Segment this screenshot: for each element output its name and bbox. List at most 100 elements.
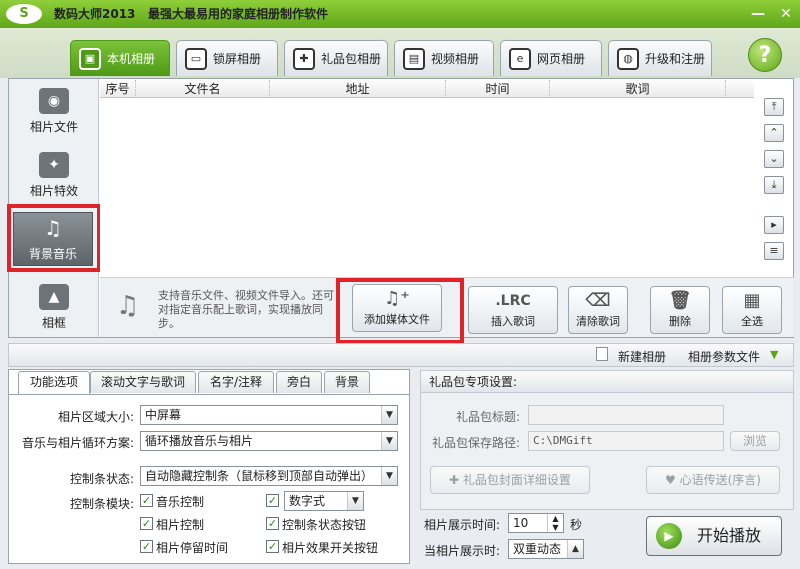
sidebar-item-label: 背景音乐 (28, 247, 77, 261)
sidebar-item-label: 相片文件 (29, 120, 78, 134)
gift-icon: ✚ (449, 473, 463, 487)
checkbox-label: 相片控制 (156, 518, 205, 532)
new-album-link[interactable]: 新建相册 (618, 348, 666, 365)
delete-button[interactable]: 🗑 删除 (650, 286, 710, 334)
select-value: 双重动态 (513, 542, 562, 556)
chevron-down-icon[interactable]: ▼ (381, 406, 397, 424)
window-title: 数码大师2013 最强大最易用的家庭相册制作软件 (54, 5, 328, 22)
tab-label: 网页相册 (537, 52, 586, 66)
tab-web-album[interactable]: e 网页相册 (500, 40, 602, 76)
column-header-path[interactable]: 地址 (270, 80, 446, 98)
area-size-label: 相片区域大小: (57, 410, 134, 424)
music-control-checkbox[interactable]: ✓ (140, 494, 153, 507)
tab-name-notes[interactable]: 名字/注释 (198, 371, 274, 393)
tab-background[interactable]: 背景 (324, 371, 370, 393)
insert-lyrics-button[interactable]: .LRC 插入歌词 (468, 286, 558, 334)
media-file-list[interactable] (100, 80, 754, 276)
button-label: 添加媒体文件 (364, 313, 430, 326)
photo-album-icon: ▣ (79, 47, 101, 70)
move-bottom-button[interactable]: ⤓ (764, 176, 784, 194)
column-header-filename[interactable]: 文件名 (136, 80, 270, 98)
giftpack-title-label: 礼品包标题: (455, 410, 520, 424)
area-size-select[interactable]: 中屏幕 (140, 405, 398, 425)
giftpack-path-input[interactable]: C:\DMGift (528, 431, 724, 451)
move-top-button[interactable]: ⤒ (764, 98, 784, 116)
tab-scroll-text-lyrics[interactable]: 滚动文字与歌词 (90, 371, 196, 393)
sidebar-item-photo-files[interactable]: ◉ 相片文件 (14, 84, 94, 144)
select-value: 循环播放音乐与相片 (145, 434, 254, 448)
grid-icon: ▦ (743, 290, 761, 311)
tab-lockscreen-album[interactable]: ▭ 锁屏相册 (176, 40, 278, 76)
trash-icon: 🗑 (668, 290, 692, 311)
tab-video-album[interactable]: ▤ 视频相册 (394, 40, 494, 76)
loop-scheme-label: 音乐与相片循环方案: (21, 436, 134, 450)
giftpack-title-input[interactable] (528, 405, 724, 425)
digital-style-checkbox[interactable]: ✓ (266, 494, 279, 507)
close-button[interactable]: ✕ (776, 4, 796, 24)
select-all-button[interactable]: ▦ 全选 (722, 286, 782, 334)
add-media-file-button[interactable]: ♫⁺ 添加媒体文件 (352, 284, 442, 332)
loop-scheme-select[interactable]: 循环播放音乐与相片 (140, 431, 398, 451)
sidebar-item-photo-effects[interactable]: ✦ 相片特效 (14, 148, 94, 208)
sidebar-item-label: 相框 (41, 316, 66, 330)
time-spinner[interactable]: ▲ ▼ (547, 514, 563, 532)
column-header-lyrics[interactable]: 歌词 (550, 80, 726, 98)
button-label: 礼品包封面详细设置 (462, 473, 571, 487)
tab-giftpack-album[interactable]: ✚ 礼品包相册 (284, 40, 388, 76)
button-label: 心语传送(序言) (679, 473, 761, 487)
column-header-time[interactable]: 时间 (446, 80, 550, 98)
app-subtitle: 最强大最易用的家庭相册制作软件 (147, 7, 328, 21)
spin-up-icon[interactable]: ▲ (548, 514, 563, 523)
seconds-unit: 秒 (570, 518, 583, 532)
monitor-icon: ▭ (185, 47, 207, 70)
select-value: 数字式 (289, 494, 326, 508)
sidebar-item-frame[interactable]: ▲ 相框 (14, 280, 94, 340)
ie-icon: e (509, 47, 531, 70)
tab-local-album[interactable]: ▣ 本机相册 (70, 40, 170, 76)
hint-text: 支持音乐文件、视频文件导入。还可对指定音乐配上歌词，实现播放同步。 (158, 289, 334, 330)
giftpack-path-label: 礼品包保存路径: (431, 436, 520, 450)
gift-icon: ✚ (293, 47, 315, 70)
add-music-icon: ♫⁺ (384, 288, 410, 309)
chevron-down-icon[interactable]: ▼ (770, 348, 778, 361)
spin-down-icon[interactable]: ▼ (548, 523, 563, 532)
controlbar-state-label: 控制条状态: (69, 472, 134, 486)
controlbar-state-select[interactable]: 自动隐藏控制条（鼠标移到顶部自动弹出） (140, 466, 398, 486)
tab-label: 礼品包相册 (321, 52, 382, 66)
sidebar-item-background-music[interactable]: ♫ 背景音乐 (13, 212, 93, 266)
help-button[interactable]: ? (748, 38, 782, 72)
checkbox-label: 控制条状态按钮 (282, 518, 367, 532)
effect-toggle-checkbox[interactable]: ✓ (266, 540, 279, 553)
browse-button[interactable]: 浏览 (730, 431, 780, 451)
album-params-file-menu[interactable]: 相册参数文件 (688, 348, 760, 365)
minimize-button[interactable]: — (748, 4, 768, 24)
greeting-message-button[interactable]: ♥ 心语传送(序言) (646, 466, 780, 494)
sidebar-item-label: 相片特效 (29, 184, 78, 198)
button-label: 全选 (741, 315, 763, 328)
tab-narration[interactable]: 旁白 (276, 371, 322, 393)
select-value: 自动隐藏控制条（鼠标移到顶部自动弹出） (145, 469, 374, 483)
properties-button[interactable]: ≡ (764, 242, 784, 260)
music-note-icon: ♫ (44, 216, 62, 240)
heart-icon: ♥ (665, 473, 680, 487)
giftpack-cover-settings-button[interactable]: ✚ 礼品包封面详细设置 (430, 466, 590, 494)
play-preview-button[interactable]: ▸ (764, 216, 784, 234)
clear-lyrics-button[interactable]: ⌫ 清除歌词 (568, 286, 628, 334)
button-label: 清除歌词 (576, 315, 620, 328)
controlbar-modules-label: 控制条模块: (69, 497, 134, 511)
move-up-button[interactable]: ⌃ (764, 124, 784, 142)
photo-duration-checkbox[interactable]: ✓ (140, 540, 153, 553)
photo-control-checkbox[interactable]: ✓ (140, 517, 153, 530)
move-down-button[interactable]: ⌄ (764, 150, 784, 168)
checkbox-label: 相片效果开关按钮 (282, 541, 379, 555)
tab-upgrade-register[interactable]: ◍ 升级和注册 (608, 40, 712, 76)
controlbar-state-button-checkbox[interactable]: ✓ (266, 517, 279, 530)
column-header-index[interactable]: 序号 (100, 80, 136, 98)
chevron-down-icon[interactable]: ▼ (381, 432, 397, 450)
tab-function-options[interactable]: 功能选项 (18, 371, 90, 394)
app-title: 数码大师2013 (54, 7, 136, 21)
chevron-down-icon[interactable]: ▼ (347, 492, 363, 510)
giftpack-header: 礼品包专项设置: (421, 371, 793, 393)
chevron-up-icon[interactable]: ▲ (567, 540, 583, 558)
chevron-down-icon[interactable]: ▼ (381, 467, 397, 485)
